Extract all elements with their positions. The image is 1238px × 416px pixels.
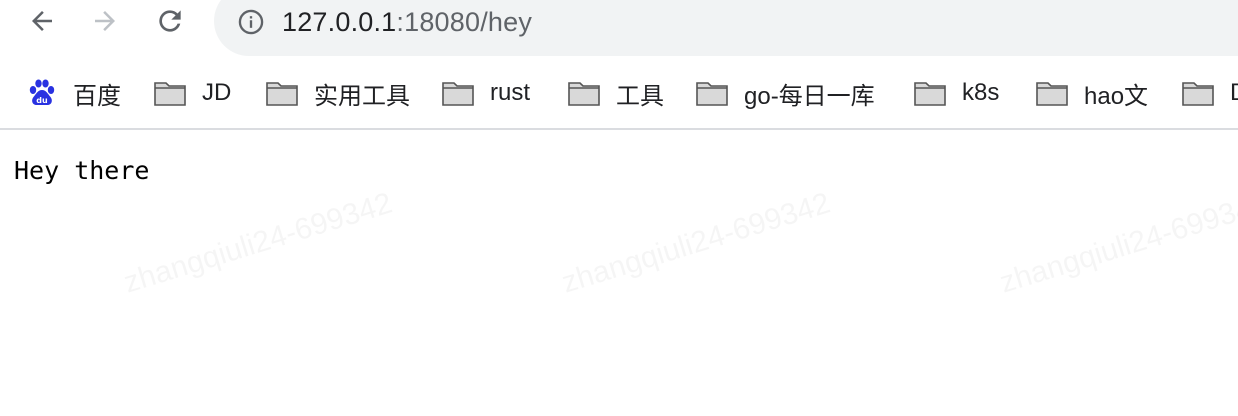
reload-icon: [159, 10, 181, 32]
folder-icon: [913, 79, 947, 107]
url-host: 127.0.0.1: [282, 7, 397, 37]
url-path: :18080/hey: [396, 7, 533, 37]
folder-icon: [1181, 79, 1215, 107]
bookmark-label: rust: [490, 79, 531, 106]
bookmarks-bar: du 百度 JD 实用工具 rust 工具 go-每日一库 k8s hao文: [0, 62, 1238, 130]
arrow-right-icon: [95, 11, 115, 31]
bookmark-label: 百度: [73, 82, 121, 110]
baidu-paw-icon: du: [26, 77, 58, 109]
bookmark-label: go-每日一库: [744, 82, 875, 110]
folder-icon: [695, 79, 729, 107]
folder-icon: [567, 79, 601, 107]
bookmark-baidu[interactable]: du 百度: [26, 76, 121, 110]
page-body-text: Hey there: [14, 156, 150, 185]
bookmark-label: 实用工具: [314, 82, 410, 110]
arrow-left-icon: [32, 11, 52, 31]
bookmark-folder-rust[interactable]: rust: [441, 76, 530, 110]
info-circle-icon: [238, 9, 264, 35]
page-content: Hey there: [0, 130, 1238, 416]
bookmark-folder-d[interactable]: D: [1181, 76, 1238, 110]
folder-icon: [265, 79, 299, 107]
folder-icon: [153, 79, 187, 107]
bookmark-folder-hao[interactable]: hao文: [1035, 76, 1148, 110]
folder-icon: [441, 79, 475, 107]
svg-text:du: du: [36, 96, 48, 105]
back-button[interactable]: [24, 3, 60, 39]
bookmark-label: D: [1230, 79, 1238, 107]
forward-button[interactable]: [87, 3, 123, 39]
bookmark-folder-go-daily[interactable]: go-每日一库: [695, 76, 875, 110]
bookmark-folder-k8s[interactable]: k8s: [913, 76, 999, 110]
bookmark-folder-tools[interactable]: 工具: [567, 76, 664, 110]
browser-toolbar: 127.0.0.1:18080/hey: [0, 0, 1238, 62]
bookmark-folder-tools-practical[interactable]: 实用工具: [265, 76, 410, 110]
bookmark-label: JD: [202, 79, 232, 106]
browser-window: 127.0.0.1:18080/hey du 百度 JD 实用工具 rust 工…: [0, 0, 1238, 416]
bookmark-folder-jd[interactable]: JD: [153, 76, 231, 110]
bookmark-label: 工具: [616, 82, 664, 110]
reload-button[interactable]: [152, 3, 188, 39]
site-info-button[interactable]: [237, 8, 265, 36]
folder-icon: [1035, 79, 1069, 107]
bookmark-label: k8s: [962, 79, 1000, 106]
bookmark-label: hao文: [1084, 82, 1149, 110]
url-text[interactable]: 127.0.0.1:18080/hey: [282, 5, 532, 39]
